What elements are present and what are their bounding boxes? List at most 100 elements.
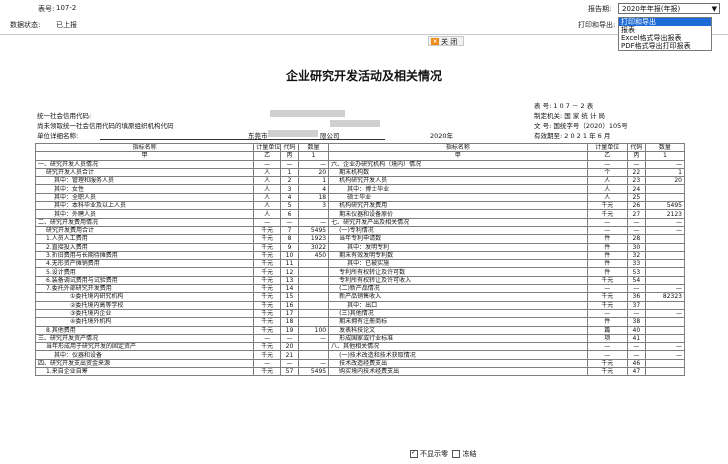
table-cell: 2123 [644,209,686,219]
table-cell: 1 [644,167,686,178]
table-cell: 甲 [328,151,588,161]
report-period-select[interactable]: 2020年年报(年报) ▼ [618,3,720,14]
table-cell: 18 [280,317,299,327]
top-toolbar: 表号: 107-2 数据状态: 已上报 报告期: 2020年年报(年报) ▼ 打… [0,0,728,51]
table-cell: 千元 [253,284,282,294]
table-row: 研究开发人员合计人 1 20 期末机构数个 22 1 [34,167,686,178]
table-cell: 千元 [586,201,628,211]
table-cell: 5495 [644,201,686,211]
table-cell: 千元 [253,317,282,327]
table-cell: 乙 [586,151,628,161]
table-cell: 6.装备调试费用与试验费用 [34,275,255,286]
table-cell: (一)技术改造和技术获取情况 [328,350,588,360]
freeze-label: 冻结 [462,450,477,458]
table-cell [297,317,330,327]
table-cell: 7.委托外部研究开发费用 [34,284,255,294]
table-cell: 代码 [280,142,299,153]
table-row: 1.来自企业自筹 千元 57 5495 购买境内技术经费支出 千元 47 [34,366,686,377]
table-cell: — [253,159,282,169]
table-cell: 机构研究开发人员 [328,176,588,186]
table-cell: 15 [280,292,299,302]
table-row: 其中：女性人 3 4 其中：博士毕业人 24 [34,184,686,194]
table-cell: 22 [626,167,646,178]
print-option-excel[interactable]: Excel格式导出报表 [619,34,711,42]
table-cell: 形成国家或行业标准 [328,333,588,344]
table-cell: — [626,284,646,294]
table-cell: 人 [253,167,282,178]
table-subheader-row: 甲乙丙1甲乙丙1 [34,151,686,161]
table-row: ②委托境内高等学校 千元 16 其中：出口 千元 37 [34,300,686,310]
table-cell [644,184,686,194]
table-cell [297,267,330,277]
table-cell: 20 [280,342,299,352]
print-option-print-export[interactable]: 打印和导出 [619,18,711,26]
table-cell: 其中：仪器和设备 [34,350,255,360]
table-cell: 1923 [297,234,330,244]
table-cell: 19 [280,325,299,335]
report-period-label: 报告期: [588,5,612,13]
print-option-pdf[interactable]: PDF格式导出打印报表 [619,42,711,50]
table-cell: 16 [280,300,299,310]
table-cell: 件 [586,317,628,327]
table-cell: 36 [626,292,646,302]
table-cell: 三、研究开发资产情况 [34,333,255,344]
table-cell: 24 [626,184,646,194]
table-cell: 期末有效发明专利数 [328,250,588,261]
table-cell: 新产品销售收入 [328,292,588,302]
table-cell: 1 [297,176,330,186]
table-cell: 20 [297,167,330,178]
report-title: 企业研究开发活动及相关情况 [285,69,442,83]
table-cell: 1 [280,167,299,178]
table-cell: 代码 [626,142,646,153]
table-cell: — [297,159,330,169]
table-cell: 件 [586,234,628,244]
hide-zero-checkbox[interactable] [410,449,418,458]
table-cell: ①委托境内研究机构 [34,292,255,302]
table-cell: 千元 [253,325,282,335]
table-cell: 人 [253,176,282,186]
table-cell: 千元 [586,292,628,302]
table-cell: — [586,159,628,169]
close-button[interactable]: × 关 闭 [428,36,464,46]
table-cell: 6 [280,209,299,219]
table-cell: 千元 [586,366,628,377]
table-cell: 千元 [586,300,628,310]
table-cell: 八、其他相关情况 [328,342,588,352]
table-cell: 21 [280,350,299,360]
table-cell: — [586,342,628,352]
table-cell: 机构研究开发费用 [328,201,588,211]
table-cell: — [586,217,628,227]
print-option-report[interactable]: 报表 [619,26,711,34]
table-cell: 26 [626,201,646,211]
table-cell: 14 [280,284,299,294]
table-cell: 人 [253,192,282,203]
data-status-value: 已上报 [56,21,77,29]
table-cell: 12 [280,267,299,277]
table-cell: 57 [280,366,299,377]
unit-name-redacted [268,130,318,137]
table-cell: 千元 [253,308,282,319]
table-no-value: 107-2 [56,4,77,12]
table-header-row: 指标名称 计量单位 代码 数量 指标名称 计量单位 代码 数量 [34,142,686,153]
data-status-label: 数据状态: [10,21,41,29]
table-cell: 个 [586,167,628,178]
table-row: 2.直接投入费用 千元 9 3022 其中：发明专利件 30 [34,242,686,252]
table-cell: 期末仪器和设备原价 [328,209,588,219]
table-cell: — [626,342,646,352]
print-export-dropdown[interactable]: 打印和导出 报表 Excel格式导出报表 PDF格式导出打印报表 [618,17,712,51]
table-cell: 计量单位 [253,142,282,153]
table-cell: 33 [626,259,646,269]
table-cell: 5.设计费用 [34,267,255,277]
org-code-label: 尚未领取统一社会信用代码的填原组织机构代码 [37,122,174,130]
table-cell: 47 [626,366,646,377]
table-cell: 篇 [586,325,628,335]
table-cell: 四、研究开发支出资金来源 [34,358,255,369]
table-cell: 件 [586,259,628,269]
table-cell: 发表科技论文 [328,325,588,335]
freeze-checkbox[interactable] [452,450,461,458]
table-cell: 41 [626,333,646,344]
table-cell: 一、研究开发人员情况 [34,159,255,169]
table-cell: 3 [280,184,299,194]
table-cell: 指标名称 [328,142,588,153]
table-cell: 数量 [297,142,330,153]
